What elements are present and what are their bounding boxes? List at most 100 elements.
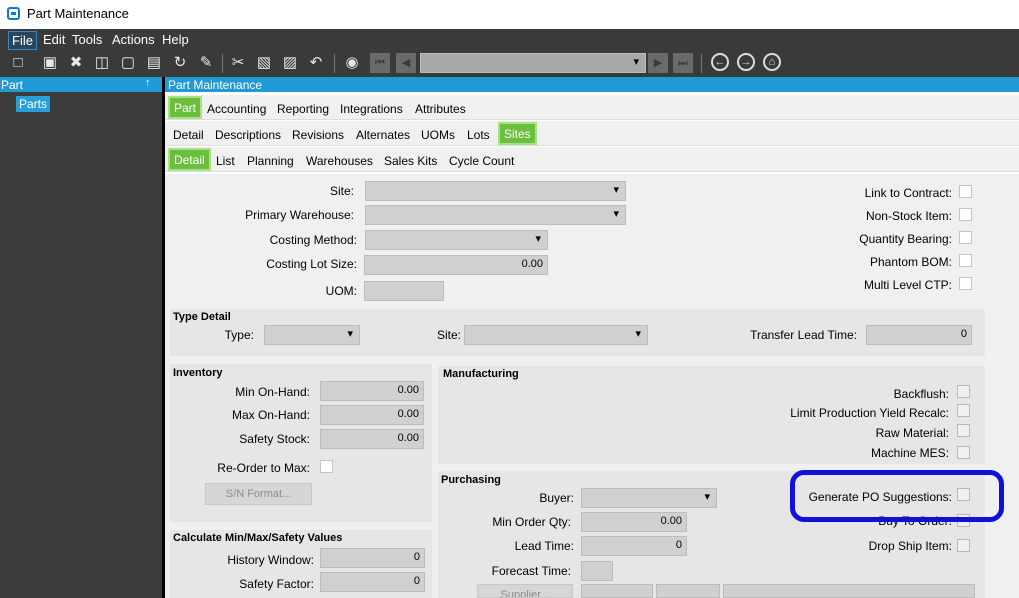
binoculars-icon[interactable]: ◉ <box>342 53 362 73</box>
site-label: Site: <box>329 184 354 198</box>
lead-time-field[interactable]: 0 <box>581 536 687 556</box>
type-combo[interactable] <box>264 325 360 345</box>
tab-sales-kits[interactable]: Sales Kits <box>380 152 441 169</box>
history-window-field[interactable]: 0 <box>320 548 425 568</box>
tab-alternates[interactable]: Alternates <box>352 126 414 143</box>
menu-actions[interactable]: Actions <box>109 31 158 48</box>
phantom-bom-checkbox[interactable] <box>959 254 972 267</box>
safety-stock-field[interactable]: 0.00 <box>320 429 424 449</box>
drop-ship-item-checkbox[interactable] <box>957 539 970 552</box>
tab-uoms[interactable]: UOMs <box>417 126 459 143</box>
supplier-description-field[interactable] <box>723 584 975 598</box>
transfer-lead-time-field[interactable]: 0 <box>866 325 972 345</box>
raw-material-checkbox[interactable] <box>957 424 970 437</box>
supplier-name-field[interactable] <box>656 584 720 598</box>
limit-yield-checkbox[interactable] <box>957 404 970 417</box>
inventory-title: Inventory <box>173 367 223 379</box>
tab-descriptions[interactable]: Descriptions <box>211 126 285 143</box>
type-site-combo[interactable] <box>464 325 648 345</box>
tree-panel <box>0 77 162 598</box>
tab-lots[interactable]: Lots <box>463 126 494 143</box>
menu-help[interactable]: Help <box>159 31 192 48</box>
brush-icon[interactable]: ✎ <box>196 53 216 73</box>
tab-warehouses[interactable]: Warehouses <box>302 152 377 169</box>
back-icon[interactable]: ← <box>711 53 729 71</box>
new-icon[interactable]: □ <box>8 53 28 73</box>
non-stock-item-checkbox[interactable] <box>959 208 972 221</box>
quantity-bearing-checkbox[interactable] <box>959 231 972 244</box>
tab-sites[interactable]: Sites <box>498 122 537 145</box>
buyer-combo[interactable] <box>581 488 717 508</box>
record-selector[interactable] <box>420 53 646 73</box>
min-on-hand-label: Min On-Hand: <box>235 385 310 399</box>
tab-detail[interactable]: Detail <box>169 126 208 143</box>
safety-factor-field[interactable]: 0 <box>320 572 425 592</box>
tab-list[interactable]: List <box>212 152 239 169</box>
note-icon[interactable]: ▢ <box>118 53 138 73</box>
delete-icon[interactable]: ✖ <box>66 53 86 73</box>
last-record-icon[interactable]: ⏭ <box>673 53 693 73</box>
tab-row-secondary: Detail Descriptions Revisions Alternates… <box>165 121 1019 146</box>
tab-attributes[interactable]: Attributes <box>411 100 470 117</box>
tab-part[interactable]: Part <box>168 96 203 119</box>
limit-yield-label: Limit Production Yield Recalc: <box>790 406 949 420</box>
copy-icon[interactable]: ▧ <box>254 53 274 73</box>
multi-level-ctp-checkbox[interactable] <box>959 277 972 290</box>
pin-icon[interactable]: ↑ <box>145 77 151 89</box>
menu-edit[interactable]: Edit <box>40 31 68 48</box>
tab-integrations[interactable]: Integrations <box>336 100 407 117</box>
tab-reporting[interactable]: Reporting <box>273 100 333 117</box>
costing-lot-size-field[interactable]: 0.00 <box>364 255 548 275</box>
app-window-icon <box>7 7 20 20</box>
clip-icon[interactable]: ▤ <box>144 53 164 73</box>
open-book-icon[interactable]: ◫ <box>92 53 112 73</box>
undo-icon[interactable]: ↶ <box>306 53 326 73</box>
non-stock-item-label: Non-Stock Item: <box>865 209 952 223</box>
link-to-contract-checkbox[interactable] <box>959 185 972 198</box>
previous-record-icon[interactable]: ◀ <box>396 53 416 73</box>
min-order-qty-field[interactable]: 0.00 <box>581 512 687 532</box>
manufacturing-title: Manufacturing <box>443 368 519 380</box>
costing-method-combo[interactable] <box>365 230 548 250</box>
main-header-title: Part Maintenance <box>168 78 263 92</box>
tab-revisions[interactable]: Revisions <box>288 126 348 143</box>
safety-factor-label: Safety Factor: <box>239 577 314 591</box>
uom-field[interactable] <box>364 281 444 301</box>
primary-warehouse-combo[interactable] <box>365 205 626 225</box>
tab-site-detail[interactable]: Detail <box>168 148 211 171</box>
costing-method-label: Costing Method: <box>269 233 357 247</box>
supplier-button[interactable]: Supplier... <box>477 584 573 598</box>
type-label: Type: <box>224 328 254 342</box>
forward-icon[interactable]: → <box>737 53 755 71</box>
sn-format-button[interactable]: S/N Format... <box>205 483 312 505</box>
first-record-icon[interactable]: ⏮ <box>370 53 390 73</box>
refresh-icon[interactable]: ↻ <box>170 53 190 73</box>
menu-file[interactable]: File <box>8 31 37 50</box>
forecast-time-field[interactable] <box>581 561 613 581</box>
phantom-bom-label: Phantom BOM: <box>869 255 952 269</box>
tab-accounting[interactable]: Accounting <box>203 100 270 117</box>
menu-tools[interactable]: Tools <box>69 31 105 48</box>
primary-warehouse-label: Primary Warehouse: <box>245 208 354 222</box>
raw-material-label: Raw Material: <box>875 426 949 440</box>
backflush-label: Backflush: <box>893 387 949 401</box>
backflush-checkbox[interactable] <box>957 385 970 398</box>
machine-mes-checkbox[interactable] <box>957 446 970 459</box>
next-record-icon[interactable]: ▶ <box>648 53 668 73</box>
min-order-qty-label: Min Order Qty: <box>492 515 571 529</box>
min-on-hand-field[interactable]: 0.00 <box>320 381 424 401</box>
max-on-hand-field[interactable]: 0.00 <box>320 405 424 425</box>
annotation-highlight <box>790 470 1004 522</box>
home-icon[interactable]: ⌂ <box>763 53 781 71</box>
history-window-label: History Window: <box>227 553 314 567</box>
tab-planning[interactable]: Planning <box>243 152 298 169</box>
tab-cycle-count[interactable]: Cycle Count <box>445 152 518 169</box>
reorder-to-max-checkbox[interactable] <box>320 460 333 473</box>
site-combo[interactable] <box>365 181 626 201</box>
supplier-id-field[interactable] <box>581 584 653 598</box>
save-icon[interactable]: ▣ <box>40 53 60 73</box>
uom-label: UOM: <box>325 284 357 298</box>
paste-icon[interactable]: ▨ <box>280 53 300 73</box>
tree-node-parts[interactable]: Parts <box>16 96 51 112</box>
cut-icon[interactable]: ✂ <box>228 53 248 73</box>
